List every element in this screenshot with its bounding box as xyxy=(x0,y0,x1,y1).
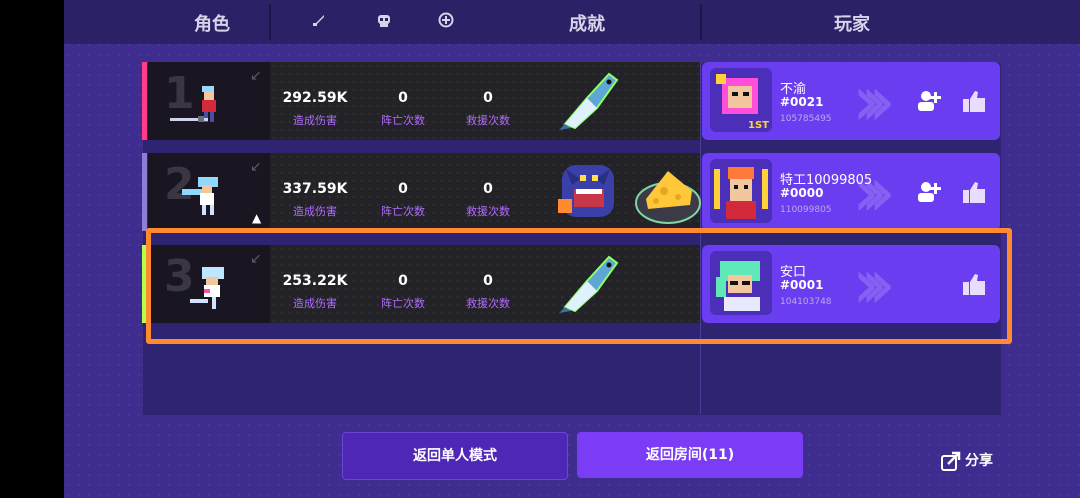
skull-icon xyxy=(375,12,393,30)
add-friend-button[interactable] xyxy=(916,88,942,114)
player-id: 105785495 xyxy=(780,114,832,124)
left-black-strip xyxy=(0,0,64,498)
selection-highlight xyxy=(146,228,1012,344)
sword-icon xyxy=(310,12,328,30)
rescues-label: 救援次数 xyxy=(466,114,510,127)
expand-arrow-icon[interactable]: ↙ xyxy=(250,159,262,175)
like-button[interactable] xyxy=(960,88,988,116)
player-card[interactable]: ››› 1ST 不渝 #0021 105785495 xyxy=(702,62,1000,140)
like-button[interactable] xyxy=(960,179,988,207)
expand-arrow-icon[interactable]: ↙ xyxy=(250,68,262,84)
player-tag: #0021 xyxy=(780,95,824,109)
damage-label: 造成伤害 xyxy=(293,114,337,127)
up-arrow-icon: ▲ xyxy=(252,211,262,225)
chevron-decoration: ››› xyxy=(852,60,896,142)
rank-accent-bar xyxy=(142,153,147,231)
header-achievement: 成就 xyxy=(569,14,605,35)
plus-circle-icon xyxy=(437,12,455,30)
rescues-value: 0 xyxy=(483,181,493,197)
wolf-achievement-icon[interactable] xyxy=(552,155,624,227)
damage-value: 337.59K xyxy=(282,181,348,197)
deaths-label: 阵亡次数 xyxy=(381,205,425,218)
deaths-value: 0 xyxy=(398,181,408,197)
share-button[interactable]: 分享 xyxy=(965,450,993,470)
character-cell: 1 ↙ xyxy=(148,62,270,140)
player-id: 110099805 xyxy=(780,205,832,215)
chevron-decoration: ››› xyxy=(852,151,896,233)
rescues-label: 救援次数 xyxy=(466,205,510,218)
achievement-cell xyxy=(537,62,700,140)
deaths-value: 0 xyxy=(398,90,408,106)
achievement-cell xyxy=(552,153,712,231)
player-tag: #0000 xyxy=(780,186,824,200)
blue-hair-character-sprite xyxy=(182,177,218,215)
rank-accent-bar xyxy=(142,62,147,140)
return-single-mode-button[interactable]: 返回单人模式 xyxy=(342,432,568,480)
header-role: 角色 xyxy=(194,14,230,35)
share-icon[interactable] xyxy=(940,450,962,472)
first-place-badge: 1ST xyxy=(748,120,769,131)
player-row: 2 ↙ ▲ 337.59K 造成伤害 0 阵亡次数 0 救援次数 ››› 特工1… xyxy=(142,153,1000,231)
header-divider xyxy=(269,4,271,40)
deaths-label: 阵亡次数 xyxy=(381,114,425,127)
add-friend-button[interactable] xyxy=(916,179,942,205)
results-header: 角色 成就 玩家 xyxy=(64,0,1080,44)
cheese-achievement-icon[interactable] xyxy=(632,157,704,227)
header-player: 玩家 xyxy=(834,14,870,35)
agent-avatar-icon xyxy=(714,167,768,219)
damage-value: 292.59K xyxy=(282,90,348,106)
return-room-button[interactable]: 返回房间(11) xyxy=(577,432,803,478)
character-cell: 2 ↙ ▲ xyxy=(148,153,270,231)
fish-achievement-icon[interactable] xyxy=(557,68,627,132)
damage-label: 造成伤害 xyxy=(293,205,337,218)
player-card[interactable]: ››› 特工10099805 #0000 110099805 xyxy=(702,153,1000,231)
knight-character-sprite xyxy=(170,86,216,122)
header-divider xyxy=(700,4,702,40)
player-row: 1 ↙ 292.59K 造成伤害 0 阵亡次数 0 救援次数 ››› 1ST 不… xyxy=(142,62,1000,140)
player-avatar[interactable] xyxy=(710,159,772,223)
rescues-value: 0 xyxy=(483,90,493,106)
